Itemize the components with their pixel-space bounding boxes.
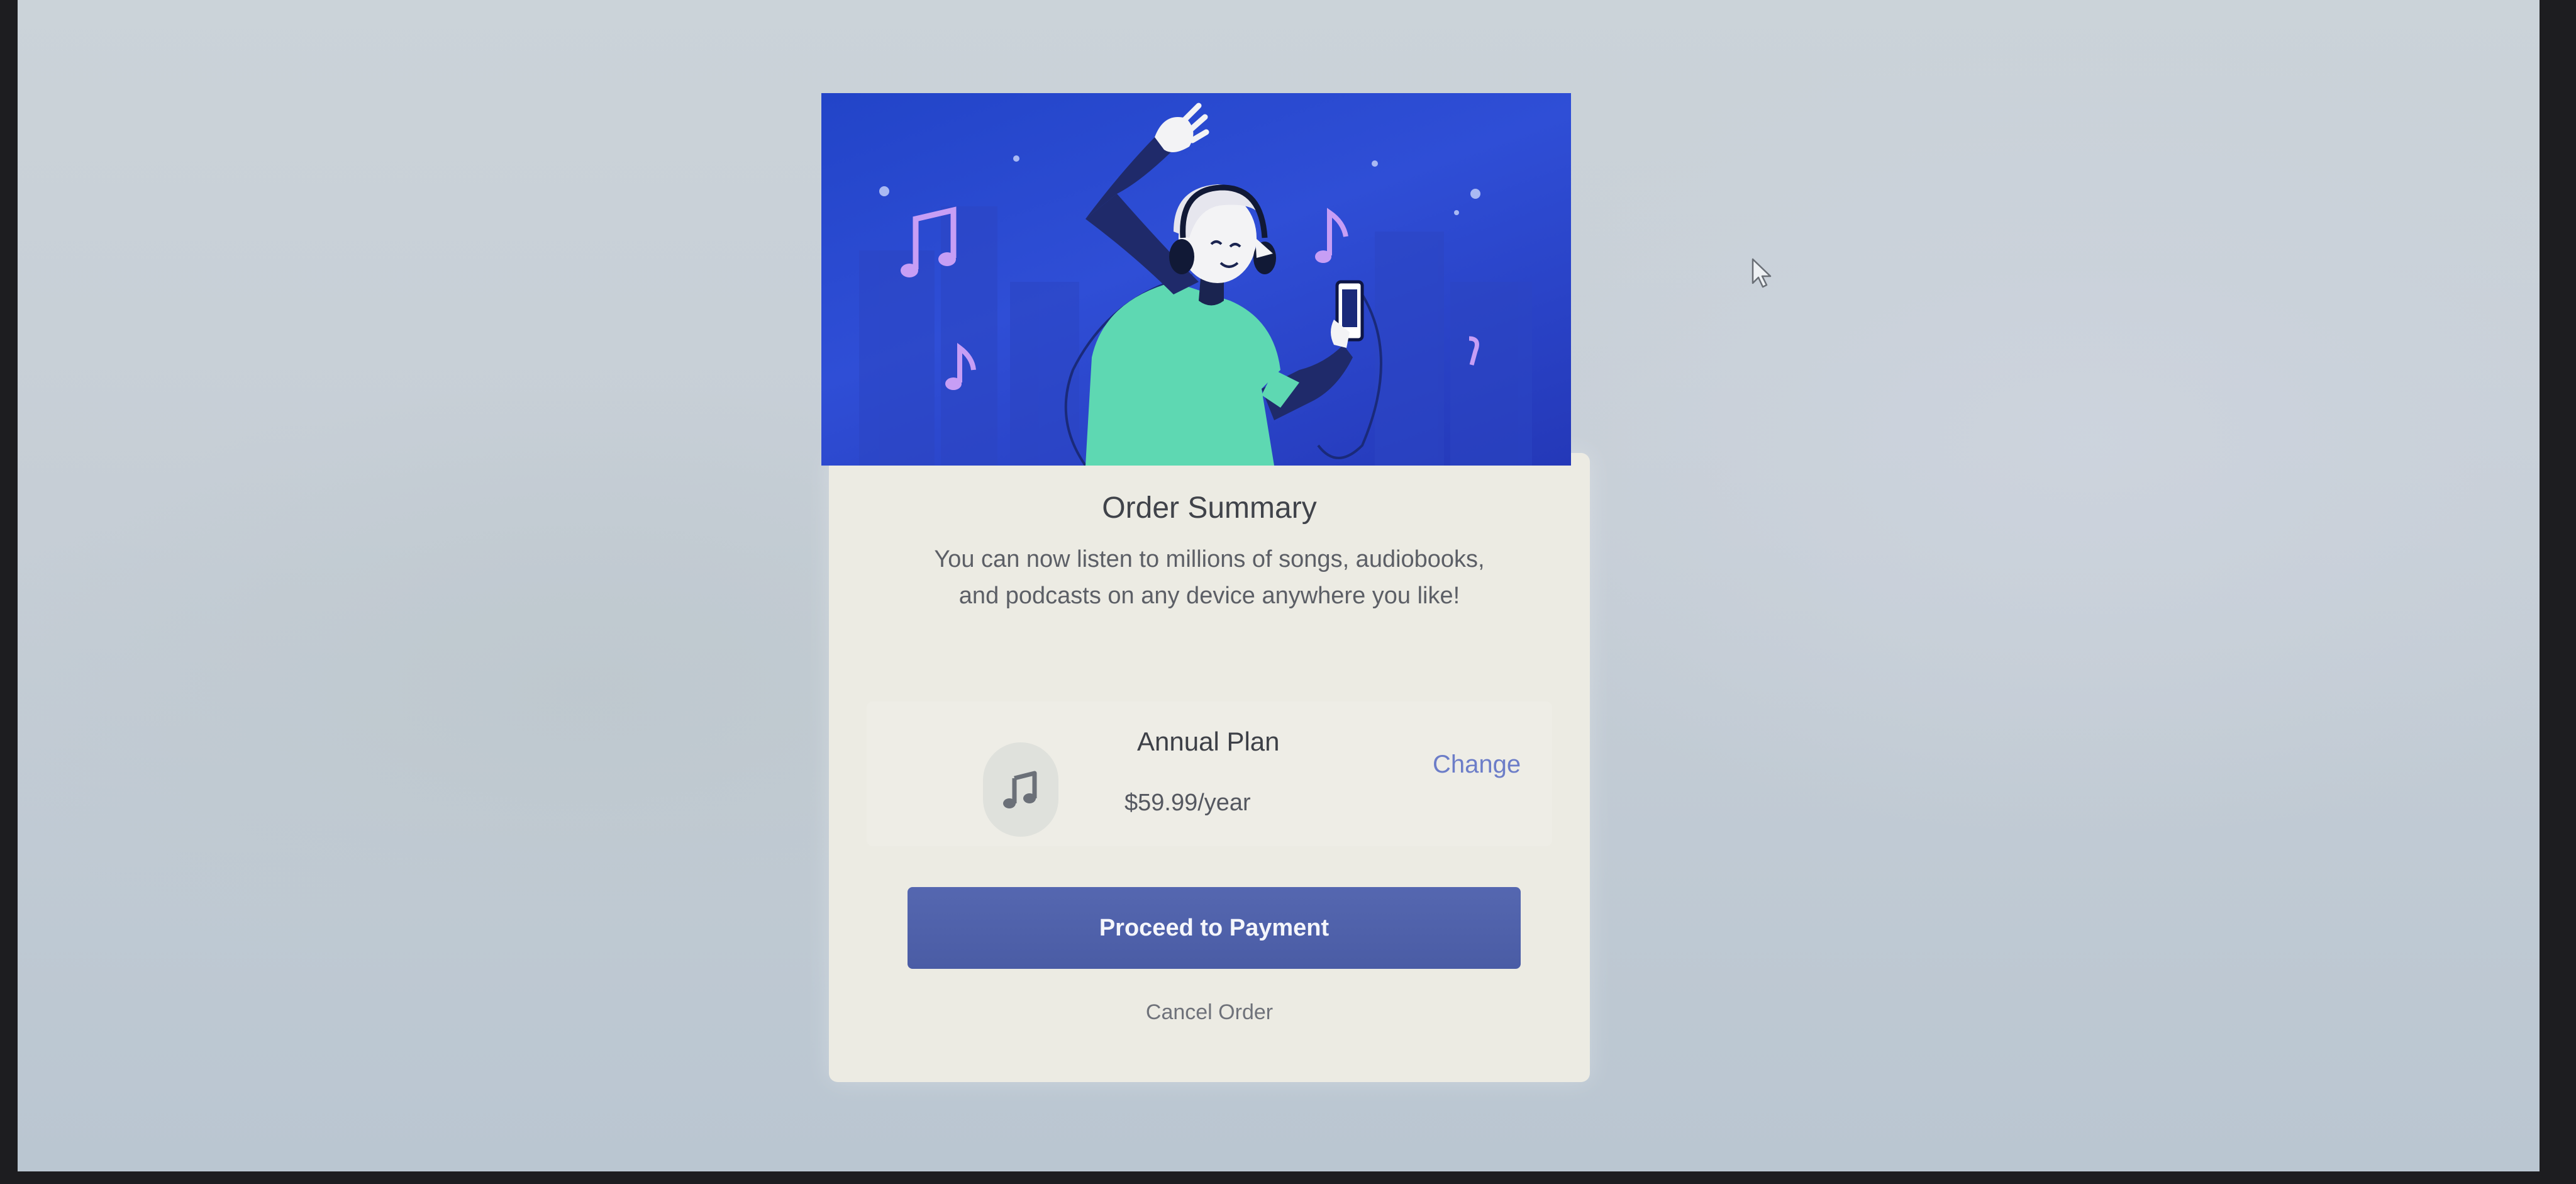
screen: Order Summary You can now listen to mill… bbox=[18, 0, 2540, 1171]
plan-panel: Annual Plan $59.99/year Change bbox=[867, 701, 1552, 846]
cancel-order-link[interactable]: Cancel Order bbox=[829, 1000, 1590, 1025]
hero-illustration bbox=[821, 93, 1571, 466]
mouse-cursor-icon bbox=[1752, 258, 1772, 288]
plan-price: $59.99/year bbox=[1124, 790, 1251, 816]
change-plan-link[interactable]: Change bbox=[1433, 751, 1521, 779]
plan-name: Annual Plan bbox=[1137, 727, 1280, 756]
order-summary-card: Order Summary You can now listen to mill… bbox=[829, 453, 1590, 1082]
order-summary-title: Order Summary bbox=[1102, 491, 1317, 525]
proceed-to-payment-button[interactable]: Proceed to Payment bbox=[908, 887, 1521, 969]
order-description: You can now listen to millions of songs,… bbox=[934, 546, 1485, 609]
music-note-icon bbox=[983, 742, 1058, 837]
